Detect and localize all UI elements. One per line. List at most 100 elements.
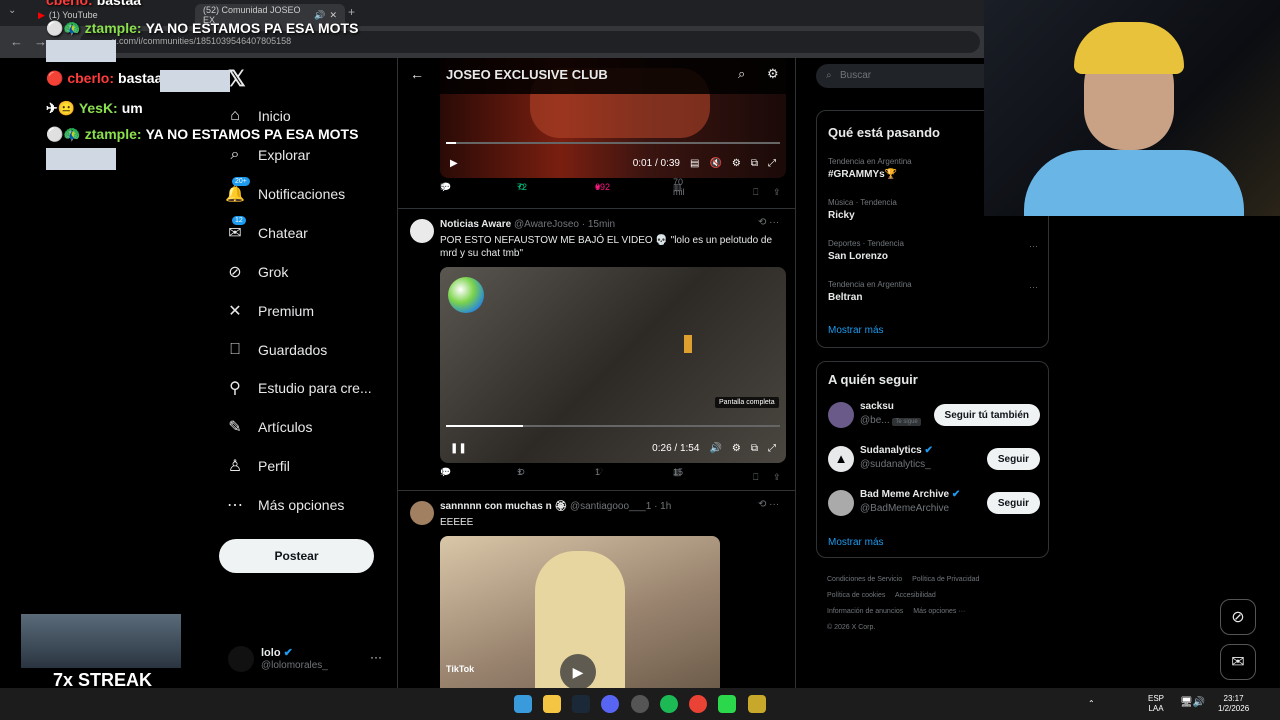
bookmark-icon[interactable]: ⎕ [753,187,758,198]
footer-link[interactable]: Política de cookies [827,592,885,599]
video-player[interactable]: ▶ TikTok [440,536,720,688]
trend-item[interactable]: Tendencia en Argentina Beltran ··· [828,280,1038,303]
more-icon[interactable]: ⟲ ··· [758,217,779,228]
footer-link[interactable]: Más opciones ··· [913,608,965,615]
post-button[interactable]: Postear [219,539,374,573]
nav-label: Estudio para cre... [258,380,372,396]
more-icon: ⋯ [227,497,243,514]
nav-articulos[interactable]: ✎ Artículos [226,411,312,443]
nav-explorar[interactable]: ⌕ Explorar [226,139,311,171]
language-indicator[interactable]: ESP LAA [1148,694,1164,714]
follow-suggestion[interactable]: sacksu @be... Te sigue Seguir tú también [828,400,1040,430]
obs-icon[interactable] [631,695,649,713]
tab-search-icon[interactable]: ⌄ [8,5,16,16]
pip-icon[interactable]: ⧉ [751,443,758,454]
nav-premium[interactable]: ✕ Premium [226,295,314,327]
kick-icon[interactable] [718,695,736,713]
more-icon[interactable]: ··· [1029,282,1038,292]
bookmark-icon: ⎕ [230,341,240,358]
trending-title: Qué está pasando [828,125,940,140]
tweet-author[interactable]: sannnnn con muchas n 🏵 @santiagooo___1 ·… [440,501,671,512]
tweet-author[interactable]: Noticias Aware @AwareJoseo · 15min [440,219,615,230]
nav-notificaciones[interactable]: 🔔 20+ Notificaciones [225,177,345,210]
video-progress[interactable] [446,142,780,144]
nav-label: Grok [258,264,289,280]
nav-chatear[interactable]: ✉ 12 Chatear [226,216,308,249]
footer-link[interactable]: Información de anuncios [827,608,903,615]
settings-icon[interactable]: ⚙ [732,158,741,169]
pip-icon[interactable]: ⧉ [751,158,758,169]
discord-icon[interactable] [601,695,619,713]
play-icon[interactable]: ▶ [560,654,596,688]
video-frame [684,335,692,353]
close-icon[interactable]: ✕ [329,10,337,21]
bookmark-icon[interactable]: ⎕ [753,472,758,483]
follow-button[interactable]: Seguir [986,492,1040,514]
avatar[interactable] [410,219,434,243]
video-player[interactable]: Pantalla completa ❚❚ 0:26 / 1:54 🔊 ⚙ ⧉ ⤢ [440,267,786,463]
fullscreen-tooltip: Pantalla completa [715,397,779,408]
nav-mas-opciones[interactable]: ⋯ Más opciones [226,489,344,521]
messages-float-button[interactable]: ✉ [1220,644,1256,680]
nav-perfil[interactable]: ♙ Perfil [226,450,290,482]
spotify-icon[interactable] [660,695,678,713]
chat-badge-icon: ⚪🦚 [46,20,85,36]
chrome-icon[interactable] [689,695,707,713]
nav-guardados[interactable]: ⎕ Guardados [226,334,327,366]
grok-float-button[interactable]: ⊘ [1220,599,1256,635]
fullscreen-icon[interactable]: ⤢ [768,158,776,169]
avatar [828,490,854,516]
volume-icon[interactable]: 🔊 [709,443,721,454]
footer-link[interactable]: Condiciones de Servicio [827,576,902,583]
more-icon[interactable]: ··· [370,650,382,664]
avatar[interactable] [410,501,434,525]
gear-icon[interactable]: ⚙ [767,66,779,82]
mail-icon: ✉ 12 [226,216,246,242]
page-title: JOSEO EXCLUSIVE CLUB [446,67,608,82]
video-progress[interactable] [446,425,780,427]
network-icon[interactable]: 🖥🔊 [1180,698,1205,708]
tray-chevron-icon[interactable]: ⌃ [1088,699,1095,709]
pause-icon[interactable]: ❚❚ [450,443,467,454]
footer-link[interactable]: Política de Privacidad [912,576,979,583]
search-icon[interactable]: ⌕ [738,66,745,82]
windows-start-icon[interactable] [514,695,532,713]
settings-icon[interactable]: ⚙ [732,443,741,454]
account-switcher[interactable]: lolo ✔ @lolomorales_ ··· [228,644,388,674]
x-logo-icon[interactable]: 𝕏 [228,66,246,92]
more-icon[interactable]: ··· [1029,241,1038,251]
app-icon[interactable] [748,695,766,713]
nav-grok[interactable]: ⊘ Grok [226,256,288,288]
tweet[interactable]: sannnnn con muchas n 🏵 @santiagooo___1 ·… [398,490,795,688]
badge-icon: 🏵 [554,501,568,512]
mute-icon[interactable]: 🔇 [709,158,721,169]
file-explorer-icon[interactable] [543,695,561,713]
follow-suggestion[interactable]: Bad Meme Archive ✔ @BadMemeArchive Segui… [828,488,1040,518]
follow-suggestion[interactable]: ▲ Sudanalytics ✔ @sudanalytics_ Seguir [828,444,1040,474]
clock[interactable]: 23:17 1/2/2026 [1218,694,1249,714]
footer-link[interactable]: Accesibilidad [895,592,936,599]
tweet-actions: 💬 1 ⟲ 1 ♡ 1 ▥ 15 ⎕ ⇪ [440,466,781,483]
verified-icon: ✔ [924,445,933,456]
show-more-link[interactable]: Mostrar más [828,325,884,336]
show-more-link[interactable]: Mostrar más [828,537,884,548]
nav-estudio[interactable]: ⚲ Estudio para cre... [226,372,372,404]
trend-item[interactable]: Deportes · Tendencia San Lorenzo ··· [828,239,1038,262]
back-arrow-icon[interactable]: ← [410,66,424,82]
back-icon[interactable]: ← [10,34,23,49]
copyright: © 2026 X Corp. [827,624,876,631]
new-tab-icon[interactable]: + [348,5,355,19]
steam-icon[interactable] [572,695,590,713]
captions-icon[interactable]: ▤ [690,158,699,169]
follow-button[interactable]: Seguir [986,448,1040,470]
more-icon[interactable]: ⟲ ··· [758,499,779,510]
avatar [228,646,254,672]
share-icon[interactable]: ⇪ [773,472,781,483]
video-controls: ▶ 0:01 / 0:39 ▤ 🔇 ⚙ ⧉ ⤢ [440,148,786,178]
follow-back-button[interactable]: Seguir tú también [933,404,1040,426]
fullscreen-icon[interactable]: ⤢ [768,443,776,454]
tweet[interactable]: Noticias Aware @AwareJoseo · 15min ⟲ ···… [398,208,795,490]
account-name: lolo ✔ [261,647,293,659]
share-icon[interactable]: ⇪ [773,187,781,198]
play-icon[interactable]: ▶ [450,158,458,169]
